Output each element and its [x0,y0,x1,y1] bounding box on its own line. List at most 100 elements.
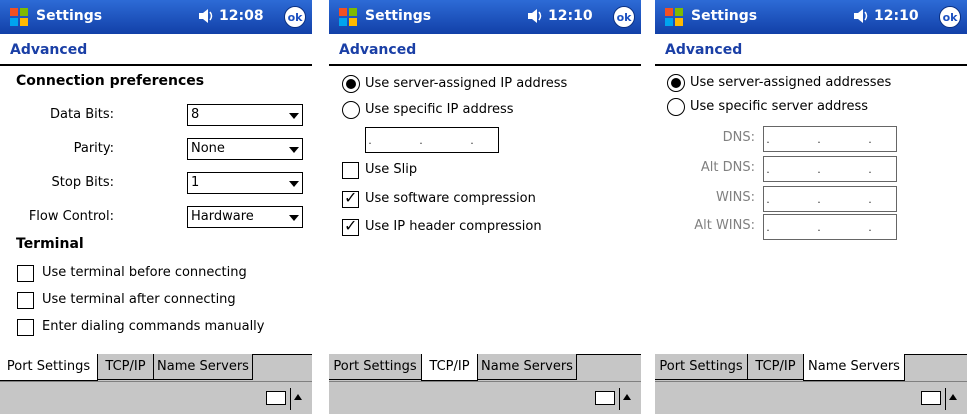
data-bits-label: Data Bits: [50,107,114,122]
tab-strip: Port Settings TCP/IP Name Servers [0,354,312,382]
radio-label: Use specific IP address [365,102,514,117]
chevron-down-icon [289,215,299,221]
chevron-down-icon [289,147,299,153]
dialing-manual-checkbox[interactable] [17,319,34,336]
dropdown-value: Hardware [191,209,254,224]
alt-dns-field[interactable]: . . . [763,156,897,182]
tab-strip: Port Settings TCP/IP Name Servers [655,354,967,382]
checkmark-icon: ✓ [344,188,358,207]
ok-button[interactable]: ok [284,6,306,28]
radio-label: Use server-assigned addresses [690,75,892,90]
wins-label: WINS: [715,190,755,205]
parity-label: Parity: [73,141,114,156]
ip-address-field[interactable]: . . . [365,127,499,153]
clock[interactable]: 12:08 [219,8,264,24]
dropdown-value: 8 [191,107,200,122]
checkmark-icon: ✓ [344,216,358,235]
tab-name-servers[interactable]: Name Servers [477,354,577,380]
clock[interactable]: 12:10 [874,8,919,24]
window-title: Settings [365,8,432,24]
command-bar [0,381,312,414]
stop-bits-dropdown[interactable]: 1 [187,172,303,194]
alt-wins-label: Alt WINS: [694,218,755,233]
windows-flag-icon[interactable] [8,6,30,28]
arrow-up-icon[interactable] [623,394,631,400]
tab-tcp-ip[interactable]: TCP/IP [97,354,154,380]
terminal-after-checkbox[interactable] [17,292,34,309]
radio-label: Use specific server address [690,99,869,114]
title-bar: Settings 12:10 ok [329,0,641,34]
keyboard-icon[interactable] [266,391,286,405]
command-bar [655,381,967,414]
keyboard-icon[interactable] [595,391,615,405]
ip-header-compression-checkbox[interactable]: ✓ [342,216,359,236]
keyboard-icon[interactable] [921,391,941,405]
ip-placeholder: . . . [766,221,894,234]
ok-button[interactable]: ok [613,6,635,28]
tab-name-servers[interactable]: Name Servers [153,354,253,380]
tcpip-screen: Settings 12:10 ok Advanced Use server-as… [329,0,641,414]
section-title: Advanced [665,42,743,58]
flow-control-dropdown[interactable]: Hardware [187,206,303,228]
windows-flag-icon[interactable] [663,6,685,28]
terminal-heading: Terminal [16,236,84,252]
speaker-icon[interactable] [852,7,872,25]
tab-port-settings[interactable]: Port Settings [0,354,98,381]
ip-placeholder: . . . [368,134,496,147]
dns-field[interactable]: . . . [763,126,897,152]
title-bar: Settings 12:10 ok [655,0,967,34]
checkbox-label: Use IP header compression [365,219,542,234]
server-assigned-addresses-radio[interactable] [667,74,685,92]
windows-flag-icon[interactable] [337,6,359,28]
checkbox-label: Use terminal after connecting [42,292,236,307]
parity-dropdown[interactable]: None [187,138,303,160]
tab-strip: Port Settings TCP/IP Name Servers [329,354,641,382]
alt-wins-field[interactable]: . . . [763,214,897,240]
terminal-before-checkbox[interactable] [17,265,34,282]
checkbox-label: Use Slip [365,162,418,177]
speaker-icon[interactable] [526,7,546,25]
dropdown-value: 1 [191,175,200,190]
radio-label: Use server-assigned IP address [365,76,568,91]
section-title: Advanced [10,42,88,58]
arrow-up-icon[interactable] [294,394,302,400]
radio-dot [346,79,356,89]
window-title: Settings [691,8,758,24]
speaker-icon[interactable] [197,7,217,25]
dns-label: DNS: [722,130,755,145]
divider [945,388,946,410]
divider [290,388,291,410]
chevron-down-icon [289,181,299,187]
specific-ip-radio[interactable] [342,101,360,119]
use-slip-checkbox[interactable] [342,162,359,179]
server-assigned-ip-radio[interactable] [342,75,360,93]
divider [329,64,641,66]
divider [619,388,620,410]
tab-name-servers[interactable]: Name Servers [803,354,905,381]
chevron-down-icon [289,113,299,119]
radio-dot [671,78,681,88]
arrow-up-icon[interactable] [949,394,957,400]
specific-server-radio[interactable] [667,98,685,116]
name-servers-screen: Settings 12:10 ok Advanced Use server-as… [655,0,967,414]
checkbox-label: Enter dialing commands manually [42,319,265,334]
title-bar: Settings 12:08 ok [0,0,312,34]
clock[interactable]: 12:10 [548,8,593,24]
tab-port-settings[interactable]: Port Settings [655,354,748,380]
section-title: Advanced [339,42,417,58]
data-bits-dropdown[interactable]: 8 [187,104,303,126]
ip-placeholder: . . . [766,133,894,146]
checkbox-label: Use terminal before connecting [42,265,247,280]
command-bar [329,381,641,414]
divider [655,64,967,66]
software-compression-checkbox[interactable]: ✓ [342,188,359,208]
tab-tcp-ip[interactable]: TCP/IP [747,354,804,380]
divider [0,64,312,66]
tab-tcp-ip[interactable]: TCP/IP [421,354,478,381]
tab-port-settings[interactable]: Port Settings [329,354,422,380]
ok-button[interactable]: ok [939,6,961,28]
connection-heading: Connection preferences [16,73,205,89]
wins-field[interactable]: . . . [763,186,897,212]
ip-placeholder: . . . [766,193,894,206]
ip-placeholder: . . . [766,163,894,176]
